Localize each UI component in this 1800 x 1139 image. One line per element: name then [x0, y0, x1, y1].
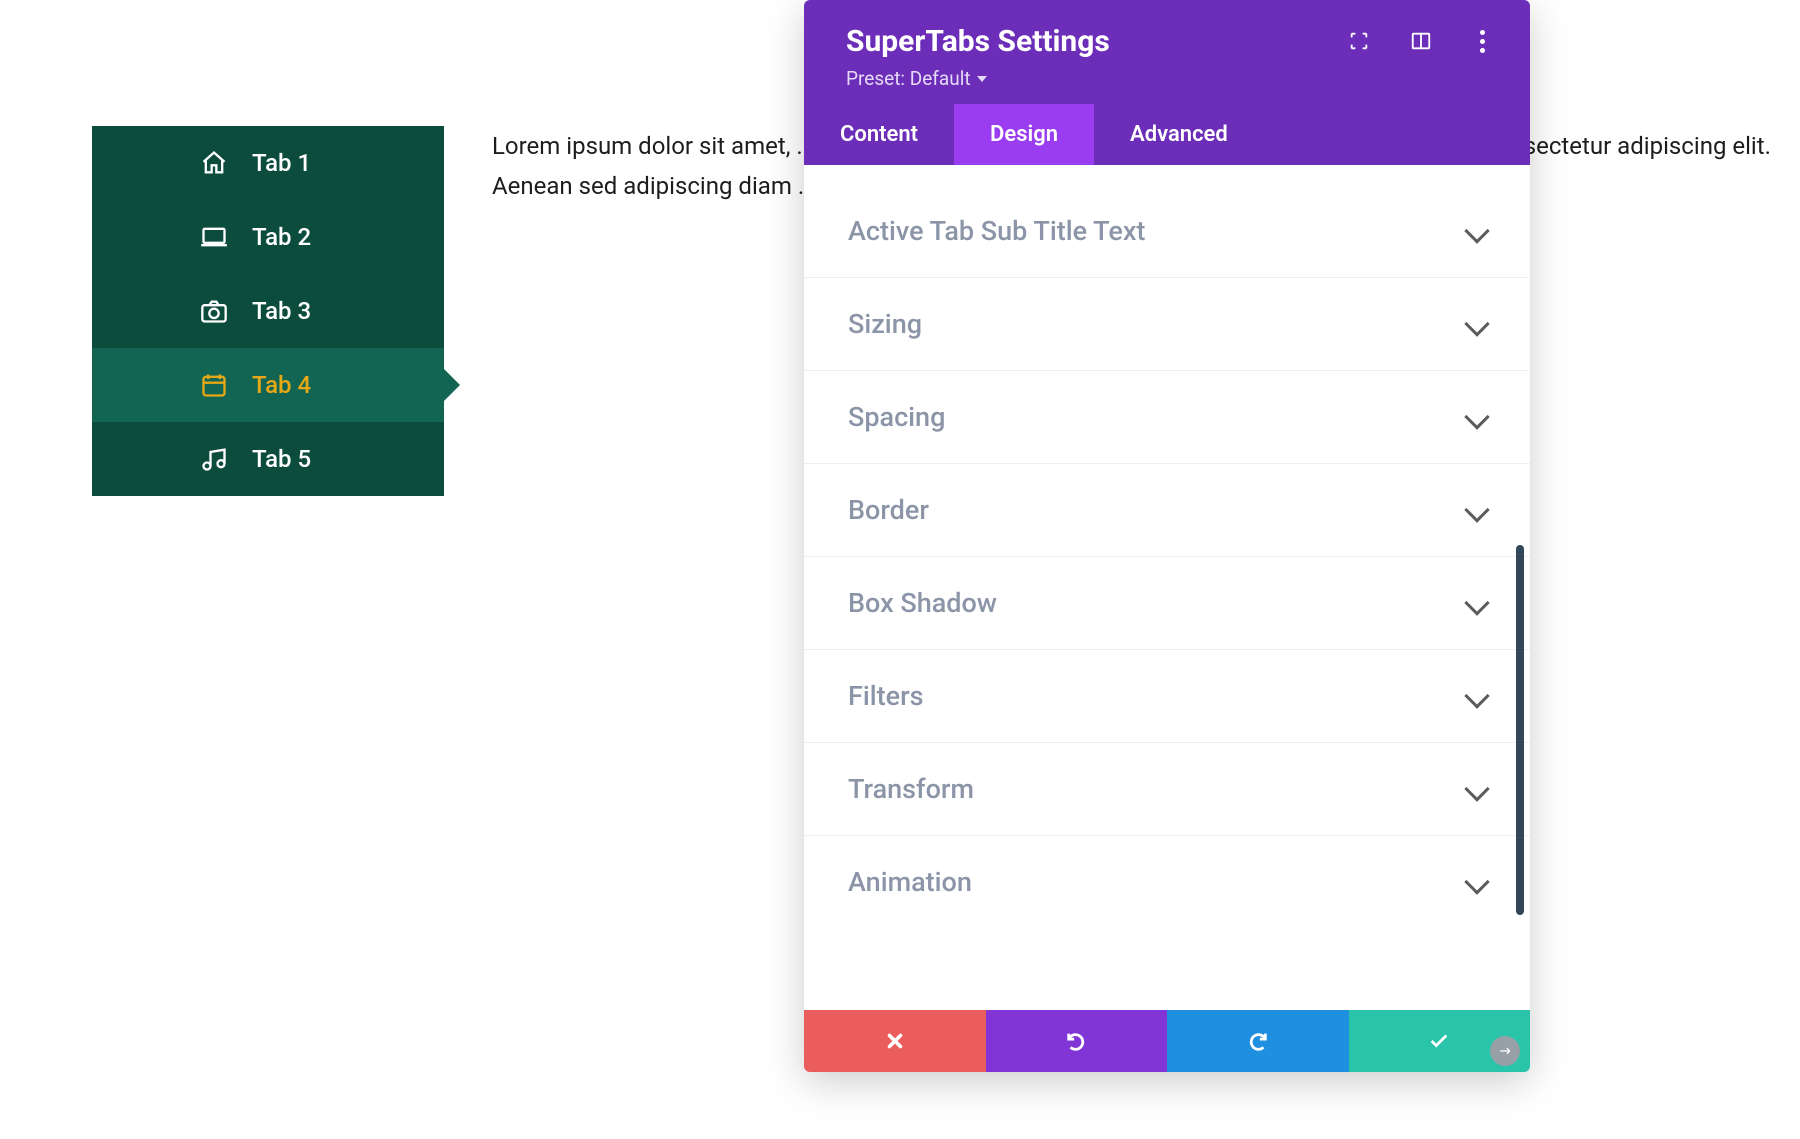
tab-design[interactable]: Design: [954, 104, 1094, 165]
section-border[interactable]: Border: [804, 463, 1530, 556]
preset-selector[interactable]: Preset: Default: [846, 67, 987, 90]
vtab-4[interactable]: Tab 4: [92, 348, 444, 422]
vtab-label: Tab 3: [252, 297, 311, 325]
cancel-button[interactable]: [804, 1010, 986, 1072]
modal-body: Active Tab Sub Title Text Sizing Spacing…: [804, 165, 1530, 1010]
vtab-label: Tab 5: [252, 445, 311, 473]
laptop-icon: [200, 223, 228, 251]
modal-tabs: Content Design Advanced: [804, 104, 1530, 165]
more-icon[interactable]: [1472, 30, 1494, 52]
vtab-3[interactable]: Tab 3: [92, 274, 444, 348]
section-transform[interactable]: Transform: [804, 742, 1530, 835]
vtab-5[interactable]: Tab 5: [92, 422, 444, 496]
tab-content[interactable]: Content: [804, 104, 954, 165]
chevron-down-icon: [1464, 590, 1489, 615]
chevron-down-icon: [1464, 404, 1489, 429]
home-icon: [200, 149, 228, 177]
header-icon-row: [1348, 30, 1494, 52]
vtab-label: Tab 4: [252, 371, 311, 399]
columns-icon[interactable]: [1410, 30, 1432, 52]
resize-handle[interactable]: [1490, 1036, 1520, 1066]
preset-label: Preset: Default: [846, 67, 971, 90]
expand-icon[interactable]: [1348, 30, 1370, 52]
chevron-down-icon: [1464, 869, 1489, 894]
vtab-1[interactable]: Tab 1: [92, 126, 444, 200]
save-button[interactable]: [1349, 1010, 1531, 1072]
section-spacing[interactable]: Spacing: [804, 370, 1530, 463]
chevron-down-icon: [1464, 497, 1489, 522]
chevron-down-icon: [1464, 311, 1489, 336]
section-filters[interactable]: Filters: [804, 649, 1530, 742]
modal-header: SuperTabs Settings Preset: Default Conte…: [804, 0, 1530, 165]
chevron-down-icon: [1464, 683, 1489, 708]
design-sections: Active Tab Sub Title Text Sizing Spacing…: [804, 165, 1530, 928]
section-animation[interactable]: Animation: [804, 835, 1530, 928]
vtab-label: Tab 2: [252, 223, 311, 251]
undo-button[interactable]: [986, 1010, 1168, 1072]
camera-icon: [200, 297, 228, 325]
vertical-tabs: Tab 1 Tab 2 Tab 3 Tab 4 Tab 5: [92, 126, 444, 496]
section-box-shadow[interactable]: Box Shadow: [804, 556, 1530, 649]
section-sizing[interactable]: Sizing: [804, 277, 1530, 370]
chevron-down-icon: [1464, 218, 1489, 243]
vtab-label: Tab 1: [252, 149, 311, 177]
redo-button[interactable]: [1167, 1010, 1349, 1072]
chevron-down-icon: [1464, 776, 1489, 801]
scrollbar-thumb[interactable]: [1516, 545, 1524, 915]
vtab-2[interactable]: Tab 2: [92, 200, 444, 274]
caret-down-icon: [977, 76, 987, 82]
music-icon: [200, 445, 228, 473]
calendar-icon: [200, 371, 228, 399]
tab-advanced[interactable]: Advanced: [1094, 104, 1264, 165]
section-active-tab-sub-title-text[interactable]: Active Tab Sub Title Text: [804, 185, 1530, 277]
modal-footer: [804, 1010, 1530, 1072]
settings-modal: SuperTabs Settings Preset: Default Conte…: [804, 0, 1530, 1072]
